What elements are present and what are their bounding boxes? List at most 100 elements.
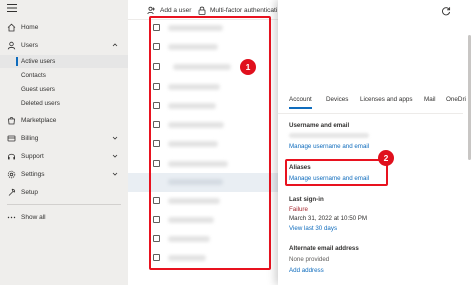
nav-item-show-all[interactable]: Show all — [0, 209, 128, 225]
manage-aliases-link[interactable]: Manage username and email — [289, 175, 369, 182]
scrollbar[interactable] — [468, 35, 471, 160]
add-user-icon — [147, 6, 155, 14]
table-row[interactable] — [128, 155, 278, 174]
row-checkbox[interactable] — [153, 121, 160, 128]
tab-mail[interactable]: Mail — [424, 96, 436, 103]
chevron-down-icon — [112, 172, 118, 176]
table-row[interactable] — [128, 192, 278, 211]
nav-item-label: Home — [21, 23, 39, 31]
redacted-name — [168, 179, 223, 185]
table-row[interactable] — [128, 230, 278, 249]
add-user-button[interactable]: Add a user — [147, 4, 191, 16]
table-row[interactable] — [128, 249, 278, 268]
left-navigation: Home Users Active users Contacts Guest u… — [0, 0, 128, 285]
nav-item-home[interactable]: Home — [0, 19, 128, 35]
nav-subitem-label: Contacts — [21, 72, 46, 79]
nav-item-billing[interactable]: Billing — [0, 130, 128, 146]
redacted-name — [168, 122, 224, 128]
nav-subitem-contacts[interactable]: Contacts — [0, 69, 128, 82]
add-user-label: Add a user — [160, 6, 192, 14]
mfa-label: Multi-factor authenticati — [210, 6, 278, 14]
row-checkbox[interactable] — [153, 216, 160, 223]
table-row[interactable] — [128, 116, 278, 135]
annotation-marker-2: 2 — [378, 150, 394, 166]
user-details-panel: Account Devices Licenses and apps Mail O… — [278, 0, 474, 285]
menu-icon[interactable] — [7, 4, 17, 12]
table-row-selected[interactable] — [128, 173, 278, 192]
setup-icon — [7, 188, 16, 197]
nav-subitem-label: Deleted users — [21, 100, 60, 107]
refresh-icon[interactable] — [441, 6, 451, 16]
lock-icon — [198, 6, 206, 15]
nav-subitem-guest-users[interactable]: Guest users — [0, 83, 128, 96]
username-email-heading: Username and email — [289, 122, 350, 129]
nav-item-label: Users — [21, 41, 38, 49]
table-row[interactable] — [128, 211, 278, 230]
row-checkbox[interactable] — [153, 24, 160, 31]
nav-divider — [7, 204, 121, 205]
support-icon — [7, 152, 16, 161]
redacted-name — [173, 64, 231, 70]
redacted-name — [168, 44, 218, 50]
annotation-marker-1: 1 — [240, 59, 256, 75]
tab-account[interactable]: Account — [289, 96, 312, 109]
tabs-divider — [278, 113, 463, 114]
redacted-name — [168, 141, 218, 147]
table-row[interactable] — [128, 78, 278, 97]
redacted-name — [168, 236, 210, 242]
alternate-email-heading: Alternate email address — [289, 245, 359, 252]
nav-subitem-active-users[interactable]: Active users — [0, 55, 128, 68]
nav-item-marketplace[interactable]: Marketplace — [0, 112, 128, 128]
row-checkbox[interactable] — [153, 197, 160, 204]
row-checkbox[interactable] — [153, 254, 160, 261]
row-checkbox[interactable] — [153, 83, 160, 90]
nav-item-users[interactable]: Users — [0, 37, 128, 53]
tab-devices[interactable]: Devices — [326, 96, 348, 103]
nav-subitem-label: Active users — [21, 58, 56, 65]
user-list — [128, 20, 278, 285]
last-signin-date: March 31, 2022 at 10:50 PM — [289, 215, 368, 222]
mfa-button[interactable]: Multi-factor authenticati — [198, 4, 277, 16]
chevron-down-icon — [112, 136, 118, 140]
table-row[interactable] — [128, 38, 278, 57]
nav-subitem-deleted-users[interactable]: Deleted users — [0, 97, 128, 110]
tab-onedrive[interactable]: OneDri — [446, 96, 466, 103]
tab-licenses-and-apps[interactable]: Licenses and apps — [360, 96, 413, 103]
nav-item-label: Billing — [21, 134, 39, 142]
marketplace-icon — [7, 116, 16, 125]
row-checkbox[interactable] — [153, 43, 160, 50]
row-checkbox[interactable] — [153, 140, 160, 147]
redacted-email — [289, 133, 369, 138]
nav-item-label: Show all — [21, 213, 46, 221]
last-signin-status: Failure — [289, 206, 308, 213]
nav-item-label: Marketplace — [21, 116, 57, 124]
last-signin-heading: Last sign-in — [289, 196, 324, 203]
nav-item-label: Setup — [21, 188, 38, 196]
details-tabs: Account Devices Licenses and apps Mail O… — [289, 96, 474, 110]
redacted-name — [168, 161, 228, 167]
chevron-down-icon — [112, 154, 118, 158]
nav-item-label: Settings — [21, 170, 45, 178]
table-row[interactable] — [128, 97, 278, 116]
command-bar: Add a user Multi-factor authenticati — [128, 0, 278, 20]
view-last-30-days-link[interactable]: View last 30 days — [289, 225, 337, 232]
more-icon — [7, 213, 16, 222]
row-checkbox[interactable] — [153, 160, 160, 167]
nav-item-setup[interactable]: Setup — [0, 184, 128, 200]
row-checkbox[interactable] — [153, 102, 160, 109]
manage-username-link[interactable]: Manage username and email — [289, 143, 369, 150]
table-row[interactable] — [128, 135, 278, 154]
aliases-heading: Aliases — [289, 164, 311, 171]
redacted-name — [168, 25, 223, 31]
nav-item-settings[interactable]: Settings — [0, 166, 128, 182]
redacted-name — [168, 103, 216, 109]
add-address-link[interactable]: Add address — [289, 267, 324, 274]
row-checkbox[interactable] — [153, 235, 160, 242]
settings-icon — [7, 170, 16, 179]
table-row[interactable] — [128, 19, 278, 38]
nav-top-band — [0, 0, 128, 16]
row-checkbox[interactable] — [153, 63, 160, 70]
redacted-name — [168, 255, 206, 261]
nav-item-support[interactable]: Support — [0, 148, 128, 164]
nav-subitem-label: Guest users — [21, 86, 55, 93]
